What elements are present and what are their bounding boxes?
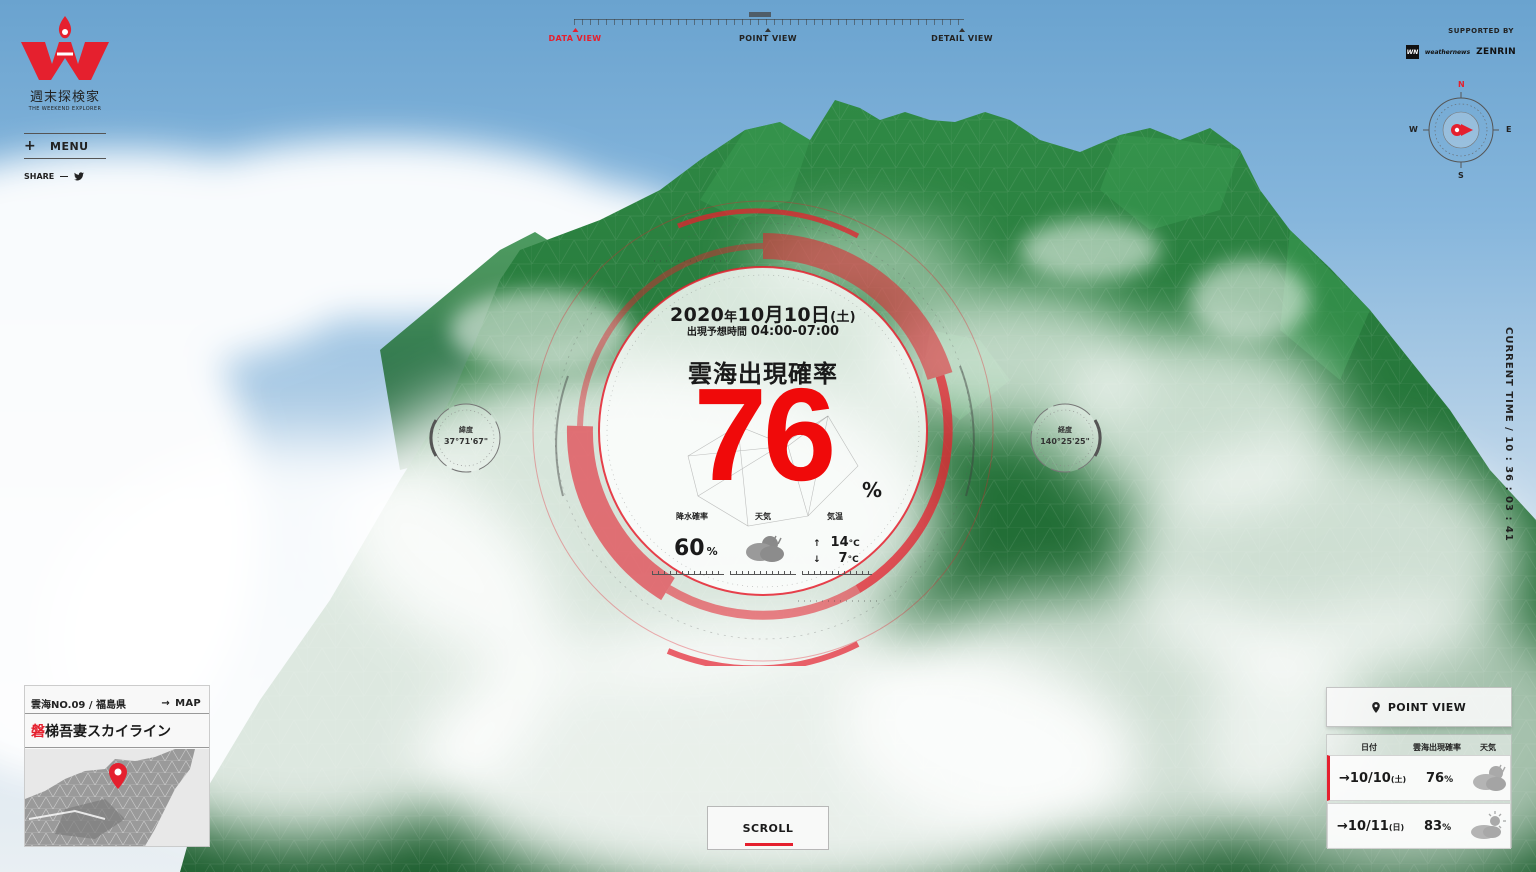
temp-high: ↑ 14°C (813, 535, 860, 550)
mini-map[interactable] (25, 749, 209, 846)
share-group: SHARE (24, 172, 85, 181)
forecast-table: 日付 雲海出現確率 天気 →10/10(土) 76% →10/11(日) 83% (1326, 734, 1512, 849)
arrow-down-icon: ↓ (813, 555, 821, 565)
row-rate-value: 83 (1424, 819, 1443, 834)
row-rate-unit: % (1442, 823, 1452, 833)
latitude-label: 緯度 (459, 426, 473, 434)
precip-value: 60% (674, 536, 718, 561)
weathernews-logo-text[interactable]: weathernews (1425, 49, 1470, 56)
longitude-value: 140°25'25" (1040, 437, 1090, 446)
cloud-rain-icon (746, 535, 784, 562)
forecast-time-range: 04:00-07:00 (750, 324, 840, 339)
sponsor-label: SUPPORTED BY (1448, 27, 1514, 35)
brand-name-jp: 週末探検家 (29, 90, 100, 105)
precip-number: 60 (674, 536, 705, 561)
map-pin-icon (109, 763, 127, 789)
column-header-date: 日付 (1361, 743, 1377, 752)
probability-value: 76 (693, 361, 837, 508)
forecast-time-label: 出現予想時間 (686, 327, 747, 338)
arrow-up-icon: ↑ (813, 539, 821, 549)
temp-low-value: 7 (838, 551, 848, 566)
probability-unit: % (862, 478, 883, 502)
brand-logo[interactable]: 週末探検家 THE WEEKEND EXPLORER (20, 14, 110, 112)
location-name-rest: 梯吾妻スカイライン (45, 723, 171, 740)
tab-detail-view[interactable]: DETAIL VIEW (931, 34, 993, 43)
stat-divider (802, 571, 872, 575)
location-card: 雲海NO.09 / 福島県 → MAP 磐梯吾妻スカイライン (24, 685, 210, 847)
compass-n: N (1458, 80, 1465, 89)
arrow-right-icon: → (1339, 771, 1350, 786)
arrow-right-icon: → (1337, 819, 1348, 834)
forecast-row-date: →10/10(土) (1339, 771, 1406, 786)
brand-name-en: THE WEEKEND EXPLORER (28, 106, 102, 112)
latitude-dial: 緯度 37°71'67" (428, 400, 504, 476)
forecast-time: 出現予想時間 04:00-07:00 (528, 323, 998, 339)
longitude-label: 経度 (1058, 426, 1072, 434)
temp-high-unit: °C (848, 539, 860, 549)
compass: N E S W (1405, 78, 1517, 182)
current-time-text: CURRENT TIME / 10 : 36 : 03 : 41 (1503, 327, 1514, 542)
weathernews-logo-mark[interactable]: WN (1406, 45, 1419, 59)
share-label: SHARE (24, 172, 55, 181)
location-name: 磐梯吾妻スカイライン (25, 714, 209, 748)
latitude-value: 37°71'67" (443, 437, 488, 446)
forecast-row-rate: 83% (1424, 819, 1451, 834)
map-link-label: MAP (175, 697, 201, 709)
cloud-sea-probability-gauge: 2020年10月10日(土) 出現予想時間 04:00-07:00 雲海出現確率 … (528, 196, 998, 666)
twitter-icon[interactable] (74, 172, 85, 181)
scroll-button[interactable]: SCROLL (707, 806, 829, 850)
nav-slider-handle[interactable] (749, 12, 771, 17)
nav-rail (574, 19, 964, 20)
forecast-row-selected[interactable]: →10/10(土) 76% (1327, 755, 1511, 801)
longitude-dial: 経度 140°25'25" (1027, 400, 1103, 476)
sponsor-block: SUPPORTED BY WN weathernews ZENRIN (1406, 27, 1516, 59)
row-date-text: 10/11 (1347, 819, 1389, 834)
stat-divider (652, 571, 724, 575)
compass-e: E (1506, 125, 1512, 134)
forecast-row-date: →10/11(日) (1337, 819, 1404, 834)
location-name-first: 磐 (31, 723, 45, 740)
row-day-of-week: (土) (1390, 775, 1407, 784)
brand-logo-mark (21, 16, 109, 80)
tab-point-view[interactable]: POINT VIEW (739, 34, 797, 43)
weather-label: 天気 (755, 512, 771, 521)
cloud-rain-icon (1473, 764, 1506, 791)
compass-w: W (1409, 125, 1418, 134)
location-number: 雲海NO.09 / 福島県 (31, 699, 126, 711)
forecast-row-rate: 76% (1426, 771, 1453, 786)
row-rate-unit: % (1444, 775, 1454, 785)
temp-low-unit: °C (847, 555, 859, 565)
menu-button[interactable]: + MENU (24, 133, 106, 159)
map-pin-icon (1372, 701, 1380, 713)
precip-label: 降水確率 (676, 512, 708, 521)
sponsor-logos: WN weathernews ZENRIN (1406, 45, 1516, 59)
zenrin-logo[interactable]: ZENRIN (1476, 47, 1516, 57)
location-card-header: 雲海NO.09 / 福島県 → MAP (25, 686, 209, 714)
row-date-text: 10/10 (1349, 771, 1391, 786)
row-rate-value: 76 (1426, 771, 1445, 786)
menu-label: MENU (50, 139, 89, 153)
stat-divider (730, 571, 796, 575)
view-switcher: DATA VIEW POINT VIEW DETAIL VIEW (540, 10, 1000, 50)
column-header-weather: 天気 (1480, 743, 1496, 752)
temp-low: ↓ 7°C (813, 551, 859, 566)
point-view-label: POINT VIEW (1387, 700, 1467, 714)
column-header-rate: 雲海出現確率 (1413, 743, 1461, 752)
temp-label: 気温 (827, 512, 843, 521)
temp-high-value: 14 (830, 535, 849, 550)
share-divider (60, 176, 69, 177)
compass-s: S (1458, 171, 1464, 180)
current-time: CURRENT TIME / 10 : 36 : 03 : 41 (1500, 327, 1514, 542)
sun-cloud-icon (1471, 811, 1506, 839)
point-view-button[interactable]: POINT VIEW (1326, 687, 1512, 727)
forecast-row[interactable]: →10/11(日) 83% (1327, 803, 1511, 849)
precip-unit: % (706, 545, 718, 558)
compass-icon (1423, 92, 1499, 168)
map-link[interactable]: → MAP (161, 698, 201, 709)
tab-data-view[interactable]: DATA VIEW (548, 34, 601, 43)
arrow-right-icon: → (161, 697, 171, 709)
row-day-of-week: (日) (1388, 823, 1405, 832)
plus-icon: + (24, 138, 36, 154)
